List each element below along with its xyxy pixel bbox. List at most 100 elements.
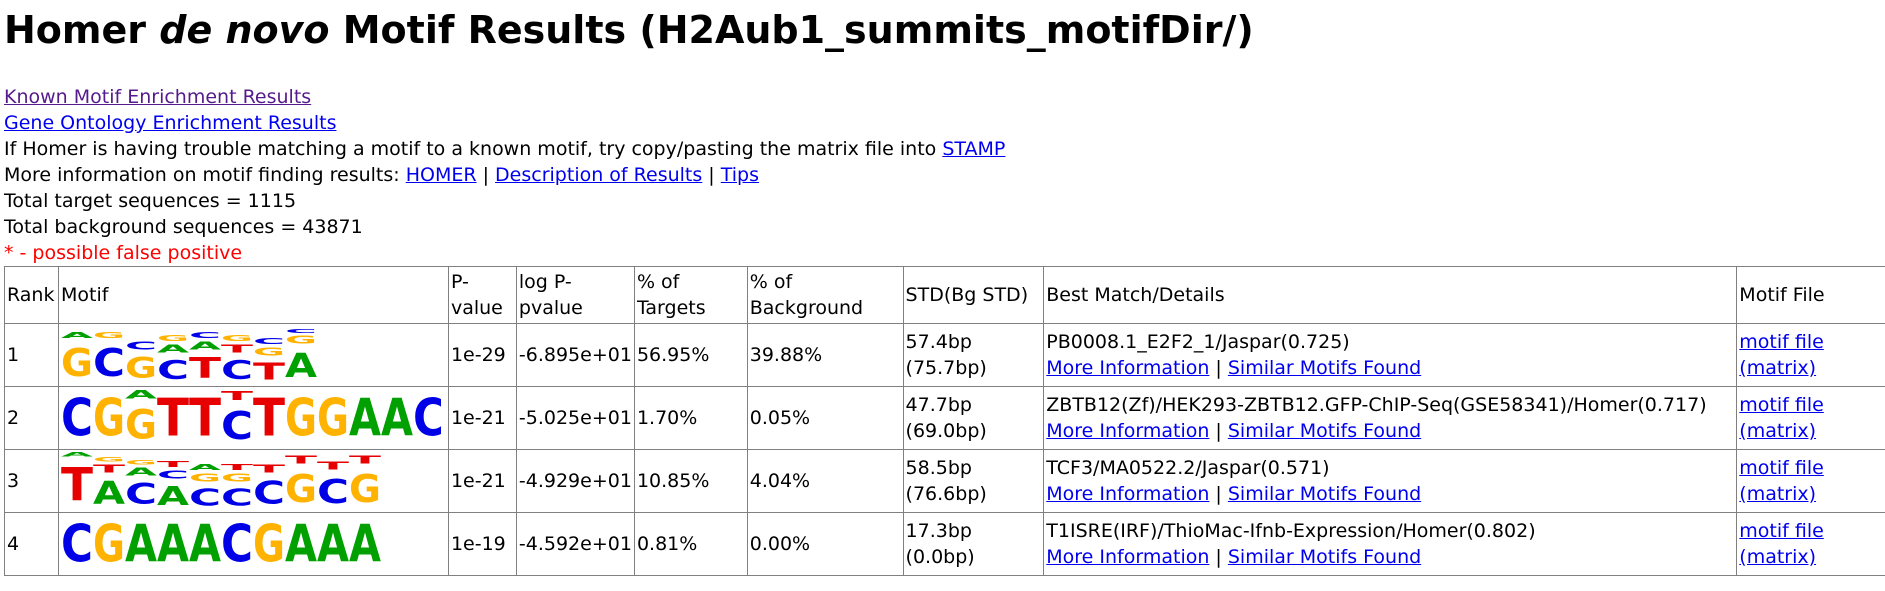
more-information-link[interactable]: More Information: [1046, 483, 1209, 505]
logo-letter-A: A: [93, 475, 126, 511]
motif-logo[interactable]: GACGGCCAGTACCTGTGCAGC: [61, 325, 441, 385]
background-cell: 4.04%: [746, 449, 904, 513]
stamp-link[interactable]: STAMP: [942, 138, 1005, 160]
table-header-row: Rank Motif P-value log P-pvalue % of Targ…: [4, 266, 1885, 324]
logo-letter-C: C: [125, 340, 157, 352]
motif-logo[interactable]: CGAAACGAAA: [61, 514, 441, 574]
more-info-line: More information on motif finding result…: [4, 162, 1885, 188]
logo-letter-G: G: [189, 472, 221, 484]
logo-letter-T: T: [349, 454, 381, 466]
motif-file-link[interactable]: motif file: [1739, 331, 1824, 353]
motif-file-cell: motif file (matrix): [1736, 386, 1885, 450]
motif-logo-cell[interactable]: CGAAACGAAA: [57, 512, 449, 576]
gene-ontology-link[interactable]: Gene Ontology Enrichment Results: [4, 112, 336, 134]
motif-file-link[interactable]: motif file: [1739, 394, 1824, 416]
motif-file-link[interactable]: motif file: [1739, 520, 1824, 542]
std-cell: 57.4bp (75.7bp): [902, 323, 1045, 387]
description-link[interactable]: Description of Results: [495, 164, 702, 186]
table-row: 1 GACGGCCAGTACCTGTGCAGC 1e-29 -6.895e+01…: [4, 323, 1885, 387]
logo-letter-C: C: [253, 475, 285, 511]
logo-letter-C: C: [61, 389, 93, 448]
logo-letter-T: T: [157, 460, 189, 469]
logo-letter-T: T: [221, 388, 254, 403]
similar-motifs-link[interactable]: Similar Motifs Found: [1228, 420, 1421, 442]
logo-letter-A: A: [61, 451, 93, 458]
similar-motifs-link[interactable]: Similar Motifs Found: [1228, 357, 1421, 379]
more-information-link[interactable]: More Information: [1046, 420, 1209, 442]
background-cell: 0.00%: [746, 512, 904, 576]
background-cell: 0.05%: [746, 386, 904, 450]
best-match-cell: ZBTB12(Zf)/HEK293-ZBTB12.GFP-ChIP-Seq(GS…: [1043, 386, 1738, 450]
logo-letter-C: C: [253, 337, 285, 346]
logo-letter-G: G: [285, 388, 317, 448]
logo-letter-C: C: [157, 356, 189, 385]
best-match-text: ZBTB12(Zf)/HEK293-ZBTB12.GFP-ChIP-Seq(GS…: [1046, 394, 1707, 416]
motif-logo[interactable]: CGGATTCTTGGAAC: [61, 388, 441, 448]
logo-letter-C: C: [61, 515, 93, 574]
logo-letter-C: C: [221, 485, 253, 511]
header-std: STD(Bg STD): [902, 266, 1045, 324]
motif-logo-cell[interactable]: CGGATTCTTGGAAC: [57, 386, 449, 450]
targets-cell: 56.95%: [633, 323, 748, 387]
logo-letter-G: G: [253, 514, 285, 574]
logo-letter-G: G: [221, 472, 253, 484]
logo-letter-C: C: [413, 389, 441, 448]
targets-cell: 10.85%: [633, 449, 748, 513]
separator: |: [1209, 420, 1228, 442]
logo-letter-T: T: [61, 458, 94, 511]
header-best-match: Best Match/Details: [1043, 266, 1738, 324]
more-information-link[interactable]: More Information: [1046, 546, 1209, 568]
homer-link[interactable]: HOMER: [406, 164, 477, 186]
logo-letter-C: C: [157, 469, 189, 481]
logo-letter-G: G: [125, 402, 157, 448]
title-italic: de novo: [159, 8, 330, 52]
separator: |: [702, 164, 721, 186]
logo-letter-G: G: [93, 456, 125, 463]
logo-letter-G: G: [285, 334, 317, 346]
std-cell: 47.7bp (69.0bp): [902, 386, 1045, 450]
logp-cell: -6.895e+01: [515, 323, 635, 387]
best-match-cell: TCF3/MA0522.2/Jaspar(0.571) More Informat…: [1043, 449, 1738, 513]
more-information-link[interactable]: More Information: [1046, 357, 1209, 379]
matrix-link[interactable]: (matrix): [1739, 546, 1816, 568]
title-suffix: Motif Results (H2Aub1_summits_motifDir/): [329, 8, 1254, 52]
best-match-text: TCF3/MA0522.2/Jaspar(0.571): [1046, 457, 1330, 479]
logo-letter-G: G: [93, 388, 125, 448]
motif-logo-cell[interactable]: GACGGCCAGTACCTGTGCAGC: [57, 323, 449, 387]
logo-letter-A: A: [189, 514, 221, 573]
logo-letter-T: T: [221, 463, 253, 472]
logo-letter-A: A: [285, 514, 317, 573]
pvalue-cell: 1e-21: [447, 386, 517, 450]
motif-logo[interactable]: TAATGCAGACTCGACGTCT GTCTGT: [61, 451, 441, 511]
more-info-text: More information on motif finding result…: [4, 164, 406, 186]
logo-letter-A: A: [317, 514, 349, 573]
known-motif-link[interactable]: Known Motif Enrichment Results: [4, 86, 311, 108]
best-match-cell: T1ISRE(IRF)/ThioMac-Ifnb-Expression/Home…: [1043, 512, 1738, 576]
logo-letter-C: C: [189, 485, 221, 511]
similar-motifs-link[interactable]: Similar Motifs Found: [1228, 483, 1421, 505]
best-match-text: PB0008.1_E2F2_1/Jaspar(0.725): [1046, 331, 1350, 353]
std-cell: 17.3bp (0.0bp): [902, 512, 1045, 576]
table-row: 2 CGGATTCTTGGAAC 1e-21 -5.025e+01 1.70% …: [4, 386, 1885, 450]
logo-letter-G: G: [157, 334, 189, 343]
logo-letter-T: T: [317, 460, 349, 472]
logo-letter-T: T: [157, 388, 189, 448]
pvalue-cell: 1e-29: [447, 323, 517, 387]
matrix-link[interactable]: (matrix): [1739, 357, 1816, 379]
best-match-cell: PB0008.1_E2F2_1/Jaspar(0.725) More Inform…: [1043, 323, 1738, 387]
logo-letter-A: A: [157, 514, 189, 573]
motif-file-cell: motif file (matrix): [1736, 512, 1885, 576]
logo-letter-T: T: [253, 358, 286, 385]
matrix-link[interactable]: (matrix): [1739, 420, 1816, 442]
tips-link[interactable]: Tips: [721, 164, 759, 186]
separator: |: [1209, 483, 1228, 505]
motif-logo-cell[interactable]: TAATGCAGACTCGACGTCTGTCTGT: [57, 449, 449, 513]
logo-letter-G: G: [349, 467, 381, 511]
matrix-link[interactable]: (matrix): [1739, 483, 1816, 505]
logo-letter-A: A: [189, 463, 221, 472]
logo-letter-C: C: [221, 356, 253, 385]
logo-letter-C: C: [189, 331, 221, 340]
similar-motifs-link[interactable]: Similar Motifs Found: [1228, 546, 1421, 568]
motif-file-link[interactable]: motif file: [1739, 457, 1824, 479]
logo-letter-A: A: [381, 388, 413, 447]
